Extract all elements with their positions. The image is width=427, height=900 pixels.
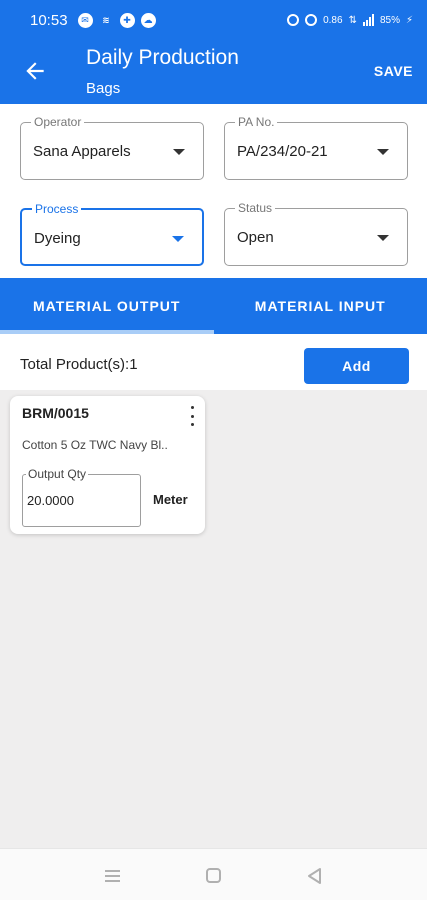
operator-dropdown[interactable]: Operator Sana Apparels [20,115,204,180]
back-icon[interactable] [306,867,322,885]
status-time: 10:53 [30,11,68,29]
chevron-down-icon [377,235,389,241]
output-qty-label: Output Qty [26,467,89,481]
system-nav-bar [0,848,427,900]
home-icon[interactable] [206,868,221,883]
product-summary: Total Product(s):1 Add [0,334,427,390]
chevron-down-icon [377,149,389,155]
operator-label: Operator [31,115,85,129]
tab-material-output[interactable]: MATERIAL OUTPUT [0,278,214,334]
battery-level: 85% [379,14,400,26]
page-subtitle: Bags [86,80,121,97]
signal-strength-icon [362,14,374,26]
more-options-icon[interactable] [189,406,195,426]
output-qty-field[interactable]: Output Qty 20.0000 [22,467,141,527]
plus-icon: ✚ [119,12,135,28]
app-bar: Daily Production Bags SAVE [0,40,427,104]
data-rate-icon: 0.86 [323,14,343,26]
product-description: Cotton 5 Oz TWC Navy Bl.. [22,438,168,452]
cloud-icon: ☁ [140,12,156,28]
output-qty-value: 20.0000 [27,493,74,508]
system-icons: 0.86 ⇅ 85% ⚡ [287,14,413,26]
add-button[interactable]: Add [304,348,409,384]
message-icon: ✉ [77,12,93,28]
network-icon: ⇅ [348,14,357,26]
pa-no-value: PA/234/20-21 [237,143,328,160]
battery-icon: ⚡ [405,14,413,26]
material-tabs: MATERIAL OUTPUT MATERIAL INPUT [0,278,427,334]
status-value: Open [237,229,274,246]
alarm-icon [305,14,318,26]
tab-material-input[interactable]: MATERIAL INPUT [214,278,427,334]
chevron-down-icon [172,236,184,242]
product-card[interactable]: BRM/0015 Cotton 5 Oz TWC Navy Bl.. Outpu… [10,396,205,534]
pa-no-label: PA No. [235,115,278,129]
status-bar: 10:53 ✉ ≋ ✚ ☁ 0.86 ⇅ 85% ⚡ [0,0,427,40]
process-dropdown[interactable]: Process Dyeing [20,202,204,266]
signal-icon: ≋ [102,14,110,25]
save-button[interactable]: SAVE [374,63,413,79]
process-value: Dyeing [34,230,81,247]
process-label: Process [32,202,82,216]
chevron-down-icon [173,149,185,155]
total-products-label: Total Product(s):1 [20,356,138,373]
notification-icons: ✉ ≋ ✚ ☁ [77,12,156,28]
page-title: Daily Production [86,46,239,69]
unit-label: Meter [153,492,188,507]
status-dropdown[interactable]: Status Open [224,201,408,266]
location-icon [287,14,300,26]
product-code: BRM/0015 [22,405,89,421]
menu-icon[interactable] [105,870,120,882]
status-label: Status [235,201,276,215]
production-form: Operator Sana Apparels PA No. PA/234/20-… [0,104,427,278]
pa-no-dropdown[interactable]: PA No. PA/234/20-21 [224,115,408,180]
arrow-left-icon[interactable] [22,58,48,84]
operator-value: Sana Apparels [33,143,131,160]
